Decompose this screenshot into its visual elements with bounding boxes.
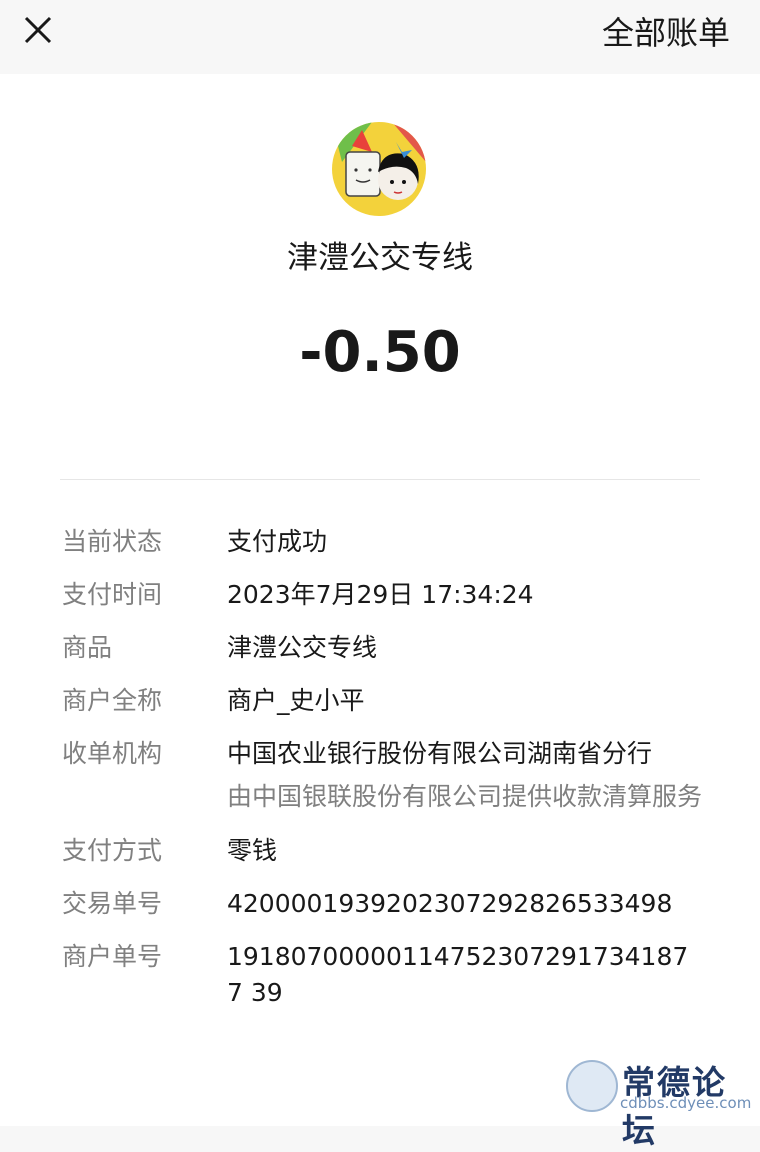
detail-value: 津澧公交专线 bbox=[227, 633, 378, 662]
merchant-avatar bbox=[332, 122, 426, 216]
close-button[interactable] bbox=[18, 10, 58, 50]
watermark-url: cdbbs.cdyee.com bbox=[620, 1094, 752, 1112]
detail-value: 中国农业银行股份有限公司湖南省分行 由中国银联股份有限公司提供收款清算服务 bbox=[227, 736, 702, 816]
bill-detail-card: 津澧公交专线 -0.50 当前状态 支付成功 支付时间 2023年7月29日 1… bbox=[0, 74, 760, 1150]
acquirer-name: 中国农业银行股份有限公司湖南省分行 bbox=[227, 739, 653, 768]
forum-watermark: 常德论坛 cdbbs.cdyee.com bbox=[566, 1056, 752, 1150]
detail-label: 收单机构 bbox=[62, 739, 163, 768]
detail-value: 支付成功 bbox=[227, 527, 328, 556]
detail-label: 商户单号 bbox=[62, 942, 163, 971]
transaction-amount: -0.50 bbox=[299, 320, 461, 385]
detail-row-status: 当前状态 支付成功 bbox=[62, 524, 702, 560]
detail-value: 191807000001147523072917341877 39 bbox=[227, 942, 689, 1007]
detail-value: 零钱 bbox=[227, 836, 278, 865]
acquirer-note: 由中国银联股份有限公司提供收款清算服务 bbox=[227, 782, 703, 811]
detail-row-merchant-full: 商户全称 商户_史小平 bbox=[62, 683, 702, 719]
detail-row-method: 支付方式 零钱 bbox=[62, 833, 702, 869]
all-bills-link[interactable]: 全部账单 bbox=[602, 8, 730, 54]
forum-logo-icon bbox=[566, 1060, 618, 1112]
detail-value: 商户_史小平 bbox=[227, 686, 365, 715]
close-icon bbox=[24, 16, 52, 44]
detail-label: 当前状态 bbox=[62, 527, 163, 556]
detail-row-transaction: 交易单号 4200001939202307292826533498 bbox=[62, 886, 702, 922]
detail-row-time: 支付时间 2023年7月29日 17:34:24 bbox=[62, 577, 702, 613]
detail-row-merchant-order: 商户单号 191807000001147523072917341877 39 bbox=[62, 939, 702, 1011]
merchant-name: 津澧公交专线 bbox=[287, 240, 473, 276]
detail-label: 支付方式 bbox=[62, 836, 163, 865]
detail-label: 商品 bbox=[62, 633, 113, 662]
detail-row-acquirer: 收单机构 中国农业银行股份有限公司湖南省分行 由中国银联股份有限公司提供收款清算… bbox=[62, 736, 702, 816]
detail-label: 支付时间 bbox=[62, 580, 163, 609]
detail-label: 商户全称 bbox=[62, 686, 163, 715]
detail-label: 交易单号 bbox=[62, 889, 163, 918]
detail-list: 当前状态 支付成功 支付时间 2023年7月29日 17:34:24 商品 津澧… bbox=[62, 524, 702, 1028]
detail-row-goods: 商品 津澧公交专线 bbox=[62, 630, 702, 666]
top-bar: 全部账单 bbox=[0, 0, 760, 72]
detail-value: 4200001939202307292826533498 bbox=[227, 889, 673, 918]
divider bbox=[60, 479, 700, 480]
detail-value: 2023年7月29日 17:34:24 bbox=[227, 580, 534, 609]
